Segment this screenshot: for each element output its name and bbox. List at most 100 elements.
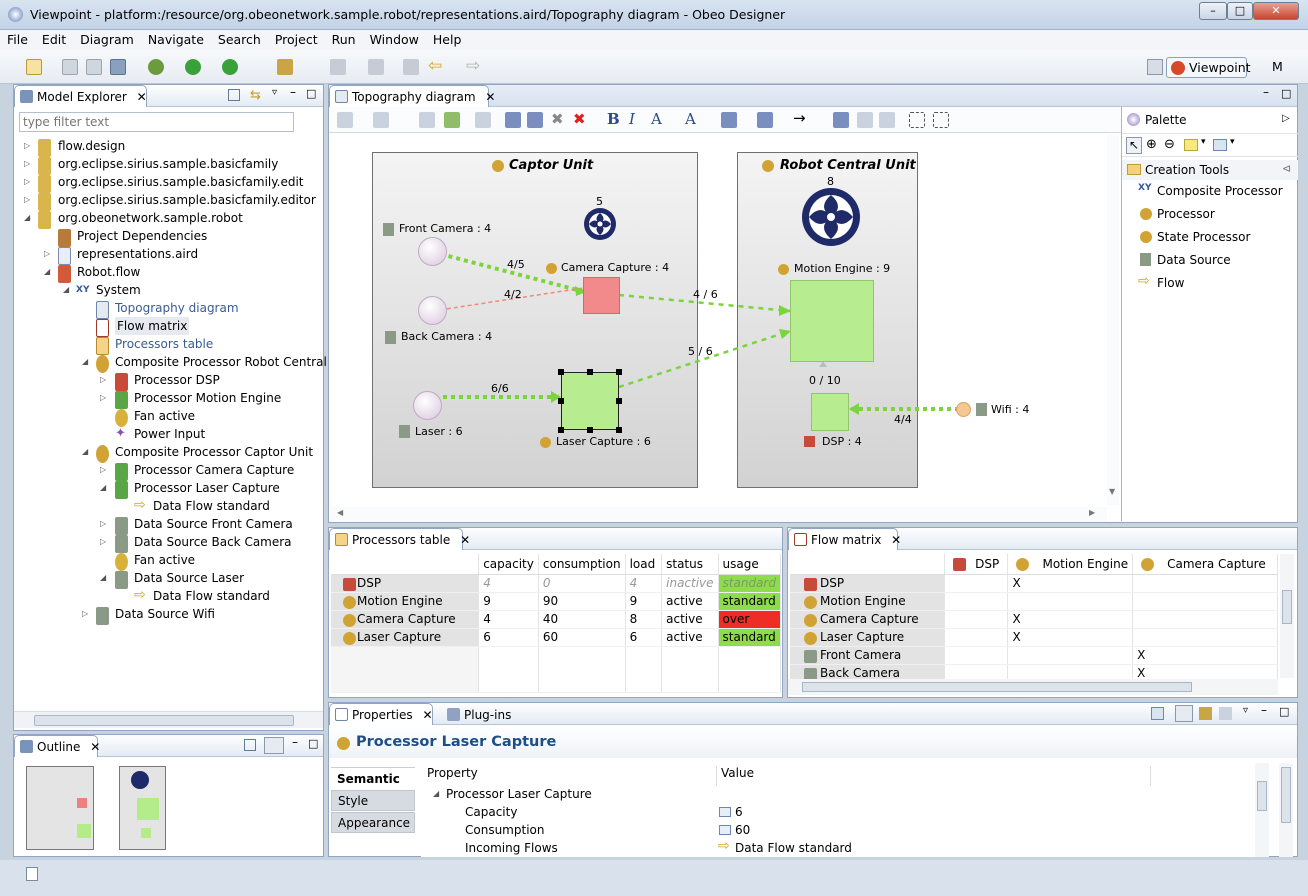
select-tool-icon[interactable]: ↖: [1126, 137, 1142, 154]
tree-item[interactable]: Composite Processor Captor Unit: [115, 443, 313, 461]
side-tab-semantic[interactable]: Semantic: [331, 767, 415, 789]
selection-handle[interactable]: [587, 427, 593, 433]
save-icon[interactable]: [62, 59, 78, 75]
selection-handle[interactable]: [558, 398, 564, 404]
maximize-view-icon[interactable]: □: [306, 87, 316, 100]
save-all-icon[interactable]: [86, 59, 102, 75]
laser-node[interactable]: [413, 391, 442, 420]
tree-item[interactable]: Data Flow standard: [153, 587, 270, 605]
layers-icon[interactable]: [475, 112, 491, 128]
outline-thumbnail[interactable]: [24, 760, 214, 855]
tree-item[interactable]: System: [96, 281, 141, 299]
col-motion-engine[interactable]: Motion Engine: [1007, 554, 1134, 575]
tool-icon[interactable]: [277, 59, 293, 75]
tree-item[interactable]: Data Source Front Camera: [134, 515, 293, 533]
selection-handle[interactable]: [616, 369, 622, 375]
tab-outline[interactable]: Outline ✕: [14, 735, 100, 757]
motion-engine-node[interactable]: [790, 280, 874, 362]
tree-item[interactable]: Composite Processor Robot Central Un: [115, 353, 347, 371]
palette-tool-processor[interactable]: Processor: [1157, 207, 1215, 221]
scrollbar-thumb[interactable]: [1281, 767, 1291, 823]
dsp-node[interactable]: [811, 393, 849, 431]
cell-capacity[interactable]: 4: [478, 574, 539, 593]
cell-capacity[interactable]: 9: [478, 592, 539, 611]
matrix-cell[interactable]: [944, 610, 1009, 629]
cell-consumption[interactable]: 90: [538, 592, 626, 611]
table-row[interactable]: Laser Capture 6 60 6 active standard: [331, 628, 782, 647]
minimize-button[interactable]: –: [1199, 2, 1227, 20]
selection-handle[interactable]: [616, 398, 622, 404]
matrix-cell[interactable]: [944, 592, 1009, 611]
note-dropdown-icon[interactable]: ▾: [1201, 137, 1206, 147]
note-attach-icon[interactable]: ▾: [1230, 137, 1235, 147]
scrollbar-thumb[interactable]: [1257, 781, 1267, 811]
matrix-cell[interactable]: [1007, 664, 1134, 679]
hide-icon[interactable]: [505, 112, 521, 128]
back-icon[interactable]: ⇦: [428, 56, 442, 76]
outer-vscrollbar[interactable]: [1279, 763, 1293, 857]
back-camera-node[interactable]: [418, 296, 447, 325]
maximize-view-icon[interactable]: □: [1279, 705, 1289, 718]
cell-load[interactable]: 6: [625, 628, 663, 647]
bold-icon[interactable]: B: [607, 110, 620, 128]
side-tab-appearance[interactable]: Appearance: [331, 812, 415, 833]
close-icon[interactable]: ✕: [891, 533, 901, 547]
selection-handle[interactable]: [558, 369, 564, 375]
cell-capacity[interactable]: 6: [478, 628, 539, 647]
zoom-out-icon[interactable]: ⊖: [1164, 137, 1175, 152]
cell-usage[interactable]: over: [718, 610, 782, 629]
matrix-vscrollbar[interactable]: [1280, 554, 1294, 678]
maximize-view-icon[interactable]: □: [308, 737, 318, 750]
cell-status[interactable]: active: [661, 592, 719, 611]
delete-icon[interactable]: ✖: [551, 110, 564, 128]
matrix-cell[interactable]: [1132, 610, 1278, 629]
cell-usage[interactable]: standard: [718, 628, 782, 647]
minimize-view-icon[interactable]: –: [1263, 85, 1269, 99]
tab-plug-ins[interactable]: Plug-ins: [441, 703, 523, 725]
annotation-icon[interactable]: [330, 59, 346, 75]
close-icon[interactable]: ✕: [460, 533, 470, 547]
palette-collapse-icon[interactable]: ▷: [1282, 113, 1290, 124]
filter-input[interactable]: [19, 112, 294, 132]
tree-item[interactable]: Data Source Laser: [134, 569, 244, 587]
creation-tools-header[interactable]: Creation Tools ⊲: [1122, 160, 1298, 180]
tree-item[interactable]: representations.aird: [77, 245, 198, 263]
cell-usage[interactable]: standard: [718, 574, 782, 593]
col-status[interactable]: status: [661, 554, 719, 575]
property-value-capacity[interactable]: 6: [735, 805, 743, 819]
laser-capture-node[interactable]: [561, 372, 619, 430]
scrollbar-thumb[interactable]: [1282, 590, 1292, 624]
tab-properties[interactable]: Properties ✕: [329, 703, 433, 725]
minimize-view-icon[interactable]: –: [290, 85, 296, 99]
front-camera-node[interactable]: [418, 237, 447, 266]
selection-handle[interactable]: [587, 369, 593, 375]
tree-item[interactable]: Fan active: [134, 407, 195, 425]
tab-processors-table[interactable]: Processors table ✕: [329, 528, 470, 550]
col-capacity[interactable]: capacity: [478, 554, 539, 575]
tree-item[interactable]: Project Dependencies: [77, 227, 207, 245]
col-dsp[interactable]: DSP: [944, 554, 1009, 575]
table-row[interactable]: Front Camera X: [790, 646, 1278, 665]
menu-run[interactable]: Run: [325, 30, 363, 47]
close-icon[interactable]: ✕: [422, 708, 432, 722]
italic-icon[interactable]: I: [629, 110, 635, 128]
delete-model-icon[interactable]: ✖: [573, 110, 586, 128]
hide-label-icon[interactable]: [527, 112, 543, 128]
matrix-hscrollbar[interactable]: [788, 679, 1278, 695]
tree-item[interactable]: flow.design: [58, 137, 125, 155]
scrollbar-thumb[interactable]: [802, 682, 1192, 692]
menu-search[interactable]: Search: [211, 30, 268, 47]
tree-item[interactable]: Power Input: [134, 425, 205, 443]
palette-tool-state-processor[interactable]: State Processor: [1157, 230, 1250, 244]
perspective-other[interactable]: M: [1272, 59, 1283, 74]
apply-style-icon[interactable]: [833, 112, 849, 128]
tree-item[interactable]: Processors table: [115, 335, 213, 353]
fill-color-icon[interactable]: [721, 112, 737, 128]
tree-item[interactable]: org.eclipse.sirius.sample.basicfamily.ed…: [58, 173, 304, 191]
tree-item[interactable]: Topography diagram: [115, 299, 239, 317]
tree-item[interactable]: Fan active: [134, 551, 195, 569]
last-edit-icon[interactable]: [403, 59, 419, 75]
col-load[interactable]: load: [625, 554, 663, 575]
properties-vscrollbar[interactable]: [1255, 763, 1269, 857]
cell-consumption[interactable]: 60: [538, 628, 626, 647]
